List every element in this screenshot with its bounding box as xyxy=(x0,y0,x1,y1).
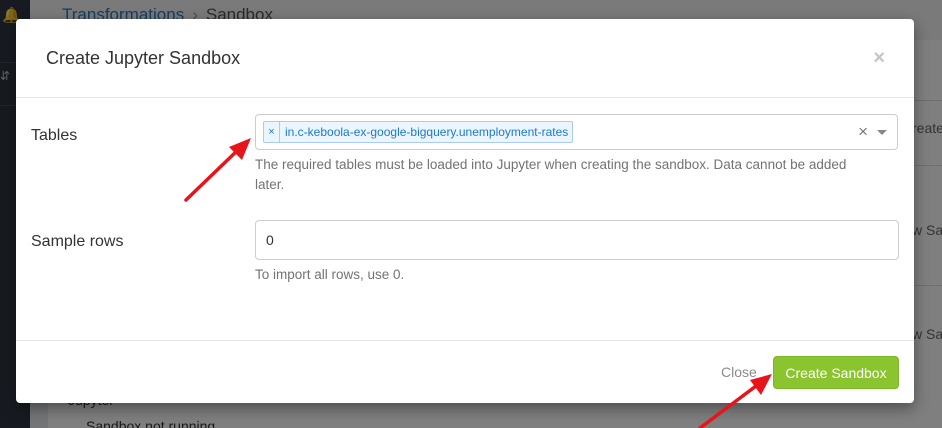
sample-rows-input[interactable] xyxy=(255,220,899,260)
modal-title: Create Jupyter Sandbox xyxy=(46,48,241,68)
create-sandbox-button[interactable]: Create Sandbox xyxy=(773,356,899,389)
selected-table-label: in.c-keboola-ex-google-bigquery.unemploy… xyxy=(285,125,569,139)
create-sandbox-modal: Create Jupyter Sandbox × Tables × in.c-k… xyxy=(16,19,914,403)
chevron-down-icon[interactable] xyxy=(877,130,887,135)
modal-footer: Close Create Sandbox xyxy=(16,340,914,403)
clear-selection-icon[interactable]: × xyxy=(858,122,868,142)
modal-header: Create Jupyter Sandbox × xyxy=(16,19,914,98)
sample-rows-label: Sample rows xyxy=(31,233,124,250)
sample-rows-help-text: To import all rows, use 0. xyxy=(255,267,405,282)
close-button[interactable]: Close xyxy=(721,364,757,380)
tables-help-text: The required tables must be loaded into … xyxy=(255,157,847,192)
selected-table-tag: × in.c-keboola-ex-google-bigquery.unempl… xyxy=(263,121,574,143)
tables-label: Tables xyxy=(31,127,78,144)
tables-multiselect[interactable]: × in.c-keboola-ex-google-bigquery.unempl… xyxy=(255,114,898,150)
close-icon[interactable]: × xyxy=(873,48,885,68)
tag-remove-icon[interactable]: × xyxy=(264,122,280,142)
